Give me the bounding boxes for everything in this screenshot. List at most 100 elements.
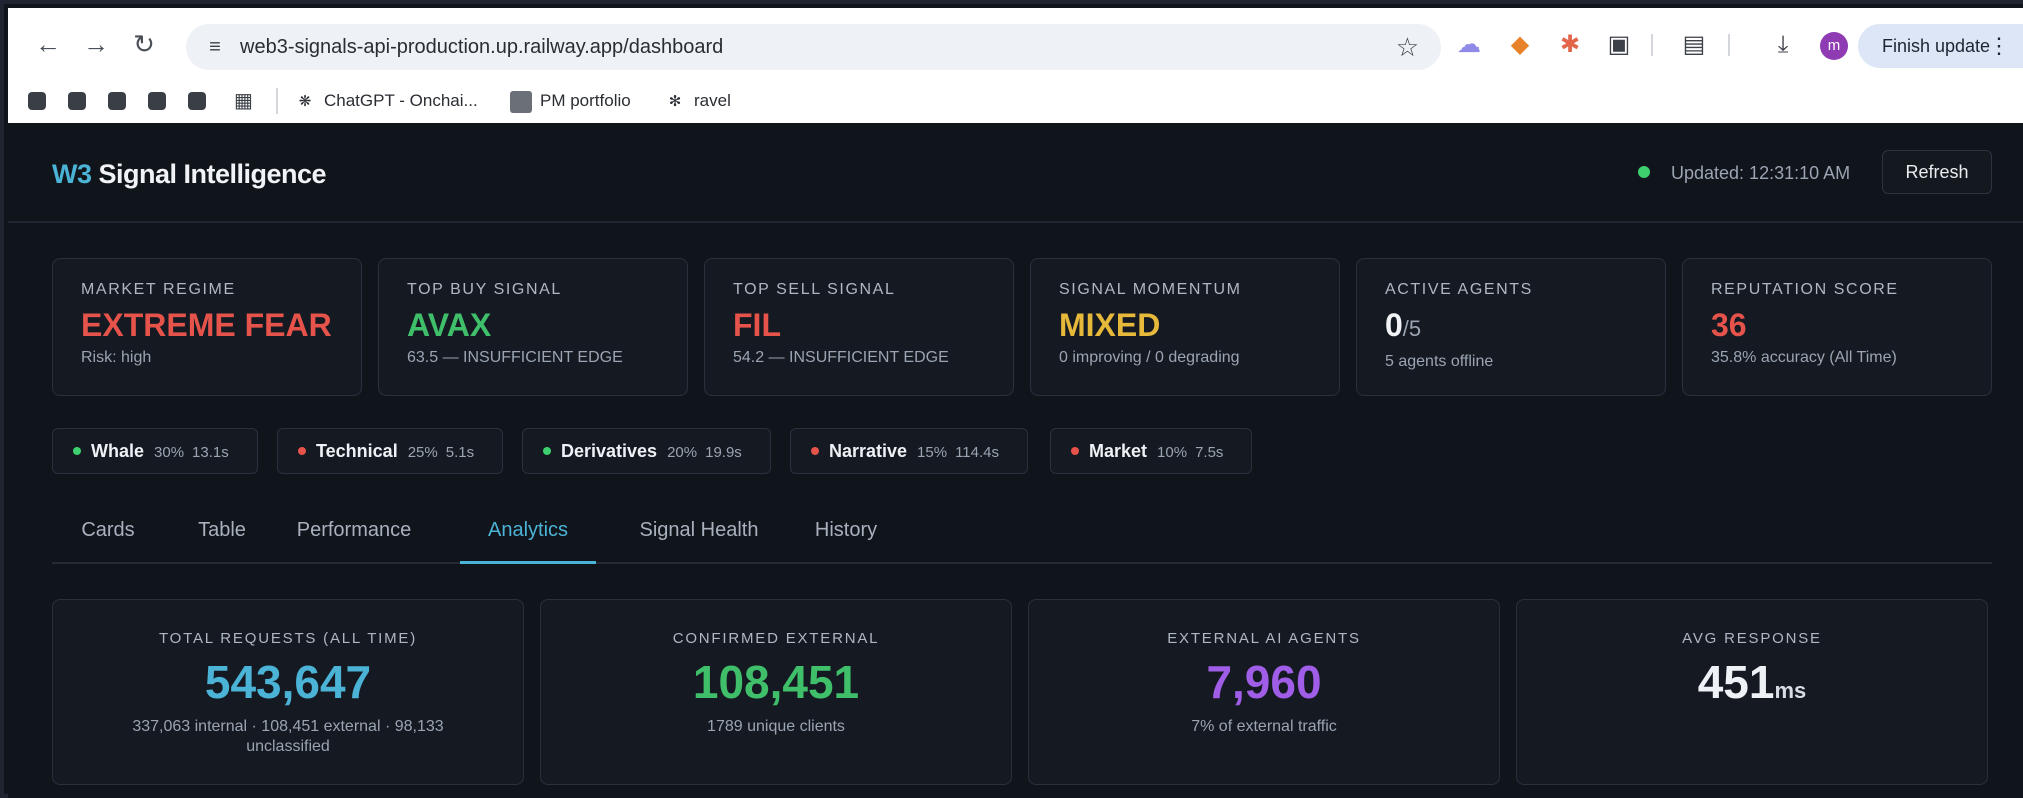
brand-prefix: W3 <box>52 159 92 189</box>
agent-status-dot <box>298 446 306 455</box>
avg-response-unit: ms <box>1774 678 1807 703</box>
bookmarks-bar: ▦ ❋ ChatGPT - Onchai... PM portfolio ✻ rav… <box>8 78 2023 114</box>
agent-weight: 10% <box>1157 444 1188 461</box>
agent-pill-narrative[interactable]: Narrative 15% 114.4s <box>790 428 1029 474</box>
stat-card-reputation-score: REPUTATION SCORE 36 35.8% accuracy (All … <box>1682 258 1992 396</box>
stat-label: REPUTATION SCORE <box>1711 281 1899 298</box>
bookmark-label: PM portfolio <box>540 91 631 110</box>
stat-value: 0/5 <box>1385 307 1637 347</box>
finish-update-button[interactable]: Finish update ⋮ <box>1858 24 2023 68</box>
browser-chrome: ← → ↻ ≡ web3-signals-api-production.up.r… <box>8 8 2023 123</box>
brand-logo[interactable]: W3 Signal Intelligence <box>52 159 327 190</box>
agent-pill-derivatives[interactable]: Derivatives 20% 19.9s <box>522 428 771 474</box>
stat-card-market-regime: MARKET REGIME EXTREME FEAR Risk: high <box>52 258 362 396</box>
toolbar-divider <box>1651 34 1653 56</box>
metric-sub: 7% of external traffic <box>1191 718 1337 735</box>
metric-sub: 1789 unique clients <box>707 718 845 735</box>
agent-pill-technical[interactable]: Technical 25% 5.1s <box>277 428 504 474</box>
metric-label: AVG RESPONSE <box>1682 630 1822 647</box>
stat-sub: 63.5 — INSUFFICIENT EDGE <box>407 349 623 366</box>
agent-name: Technical <box>316 441 398 461</box>
stat-value: MIXED <box>1059 307 1161 343</box>
metric-card-avg-response: AVG RESPONSE 451ms <box>1516 599 1988 785</box>
bookmark-favicon[interactable] <box>148 92 166 110</box>
brand-name: Signal Intelligence <box>98 159 327 189</box>
agent-latency: 114.4s <box>955 444 1000 461</box>
stat-card-active-agents: ACTIVE AGENTS 0/5 5 agents offline <box>1356 258 1666 396</box>
stat-sub: 0 improving / 0 degrading <box>1059 349 1240 366</box>
profile-avatar[interactable]: m <box>1820 32 1848 60</box>
bookmarks-divider <box>276 88 278 114</box>
stat-sub: 35.8% accuracy (All Time) <box>1711 349 1897 366</box>
metamask-fox-icon[interactable]: ◆ <box>1506 32 1534 58</box>
metric-value: 543,647 <box>204 656 372 708</box>
agent-name: Narrative <box>829 441 908 461</box>
agent-status-dot <box>811 446 819 455</box>
openai-icon: ❋ <box>298 92 312 110</box>
agent-weight: 30% <box>154 444 185 461</box>
stat-card-signal-momentum: SIGNAL MOMENTUM MIXED 0 improving / 0 de… <box>1030 258 1340 396</box>
bookmark-star-icon[interactable]: ☆ <box>1396 33 1419 61</box>
reload-icon[interactable]: ↻ <box>126 26 162 62</box>
active-agents-count: 0 <box>1385 307 1403 343</box>
metric-card-confirmed-external: CONFIRMED EXTERNAL 108,451 1789 unique c… <box>540 599 1012 785</box>
agent-name: Whale <box>91 441 145 461</box>
refresh-button[interactable]: Refresh <box>1882 150 1992 194</box>
active-agents-total: /5 <box>1402 316 1422 341</box>
stat-value: FIL <box>733 307 781 343</box>
stat-card-top-buy: TOP BUY SIGNAL AVAX 63.5 — INSUFFICIENT … <box>378 258 688 396</box>
extension-burst-icon[interactable]: ✱ <box>1556 32 1584 58</box>
dashboard: W3 Signal Intelligence Updated: 12:31:10… <box>8 123 2023 798</box>
agent-weight: 25% <box>407 444 438 461</box>
agent-pill-market[interactable]: Market 10% 7.5s <box>1050 428 1253 474</box>
stat-label: MARKET REGIME <box>81 281 236 298</box>
bookmark-chatgpt[interactable]: ❋ ChatGPT - Onchai... <box>294 88 478 114</box>
forward-icon[interactable]: → <box>78 26 114 62</box>
tab-signal-health[interactable]: Signal Health <box>618 508 780 564</box>
bookmark-ravel[interactable]: ✻ ravel <box>664 88 731 114</box>
tab-history[interactable]: History <box>798 508 894 564</box>
metric-sub: 337,063 internal · 108,451 external · 98… <box>132 718 444 755</box>
metric-value: 451ms <box>1517 657 1987 716</box>
tab-search-icon[interactable]: ▤ <box>1680 32 1708 58</box>
stat-value: 36 <box>1711 307 1747 343</box>
bookmark-label: ChatGPT - Onchai... <box>324 91 478 110</box>
address-bar[interactable]: ≡ web3-signals-api-production.up.railway… <box>186 24 1441 70</box>
agent-latency: 13.1s <box>192 444 229 461</box>
download-icon[interactable]: ⤓ <box>1769 32 1797 58</box>
agent-name: Derivatives <box>561 441 658 461</box>
metric-value: 7,960 <box>1206 656 1322 708</box>
bookmark-favicon[interactable] <box>188 92 206 110</box>
tab-cards[interactable]: Cards <box>52 508 164 564</box>
view-tabs: Cards Table Performance Analytics Signal… <box>52 508 1992 564</box>
ravel-icon: ✻ <box>668 92 682 110</box>
bookmark-favicon[interactable] <box>28 92 46 110</box>
bookmark-favicon[interactable] <box>108 92 126 110</box>
tab-performance[interactable]: Performance <box>280 508 428 564</box>
agent-latency: 7.5s <box>1195 444 1224 461</box>
tab-table[interactable]: Table <box>174 508 270 564</box>
bookmark-pm-portfolio[interactable]: PM portfolio <box>510 88 631 114</box>
app-header: W3 Signal Intelligence Updated: 12:31:10… <box>8 123 2023 223</box>
toolbar-divider <box>1728 34 1730 56</box>
stat-sub: Risk: high <box>81 349 152 366</box>
url-text[interactable]: web3-signals-api-production.up.railway.a… <box>240 36 723 59</box>
metric-label: EXTERNAL AI AGENTS <box>1167 630 1361 647</box>
metric-card-total-requests: TOTAL REQUESTS (ALL TIME) 543,647 337,06… <box>52 599 524 785</box>
agent-pill-whale[interactable]: Whale 30% 13.1s <box>52 428 258 474</box>
bookmark-favicon[interactable] <box>68 92 86 110</box>
extensions-puzzle-icon[interactable]: ▣ <box>1605 32 1633 58</box>
back-icon[interactable]: ← <box>30 26 66 62</box>
site-settings-icon[interactable]: ≡ <box>202 34 228 60</box>
agent-latency: 5.1s <box>445 444 475 461</box>
stat-value: EXTREME FEAR <box>81 307 332 343</box>
agent-weight: 20% <box>667 444 698 461</box>
extension-cloud-icon[interactable]: ☁ <box>1455 32 1483 58</box>
metric-value: 108,451 <box>692 656 860 708</box>
stat-value: AVAX <box>407 307 492 343</box>
stat-sub: 54.2 — INSUFFICIENT EDGE <box>733 349 949 366</box>
stat-card-top-sell: TOP SELL SIGNAL FIL 54.2 — INSUFFICIENT … <box>704 258 1014 396</box>
tab-analytics[interactable]: Analytics <box>460 508 596 564</box>
apps-grid-icon[interactable]: ▦ <box>234 90 256 112</box>
menu-dots-icon: ⋮ <box>1988 33 2010 58</box>
